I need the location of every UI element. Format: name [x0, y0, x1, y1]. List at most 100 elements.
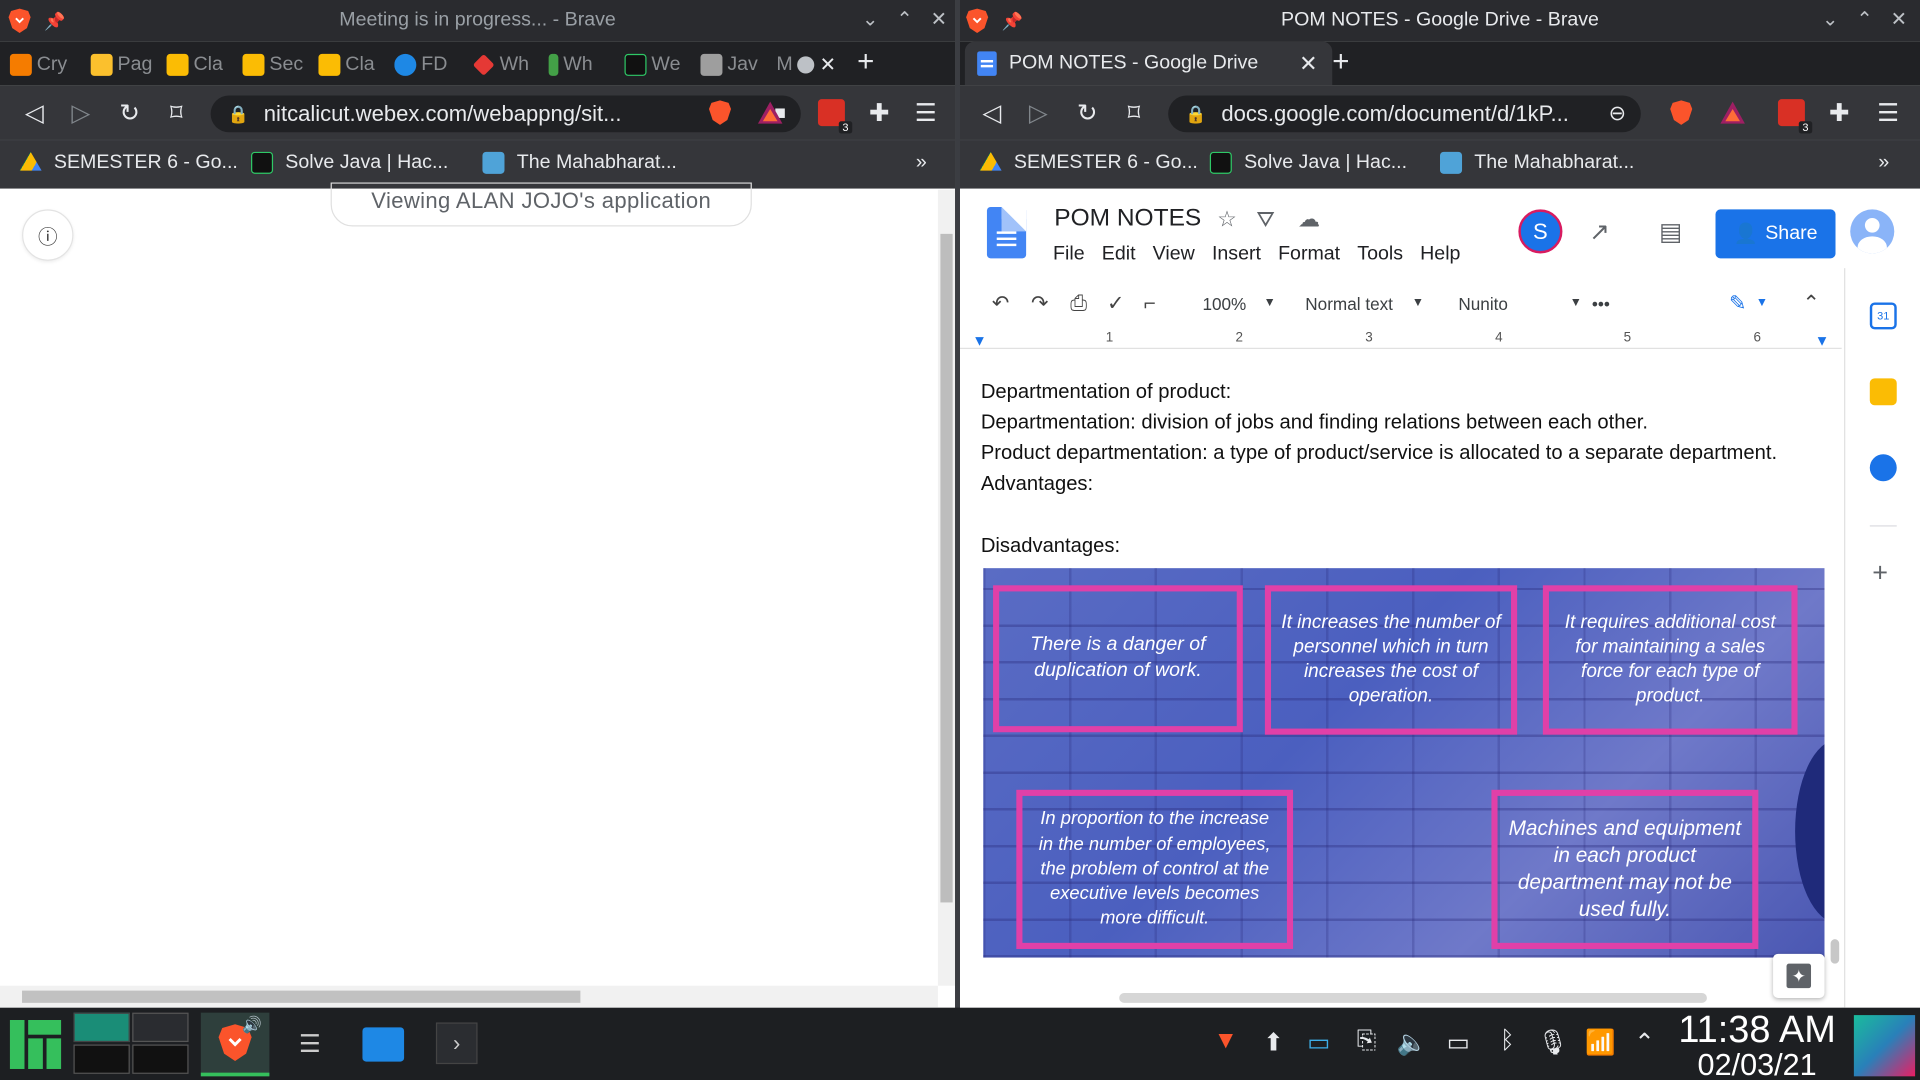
virtual-desktop-pager[interactable] [73, 1012, 189, 1074]
doc-line[interactable]: Advantages: [981, 473, 1093, 496]
new-tab-icon[interactable]: + [857, 45, 874, 79]
tab-10[interactable]: Jav [700, 51, 766, 78]
doc-line[interactable]: Departmentation: division of jobs and fi… [981, 411, 1648, 434]
font-select[interactable]: Nunito [1458, 294, 1508, 314]
settings-icon[interactable]: ☰ [289, 1022, 331, 1064]
more-bookmarks-icon[interactable]: » [1878, 152, 1889, 174]
menu-tools[interactable]: Tools [1357, 244, 1403, 266]
right-titlebar[interactable]: 📌 POM NOTES - Google Drive - Brave ⌄ ⌃ ✕ [960, 0, 1920, 42]
bookmark-hackerrank[interactable]: Solve Java | Hac... [1209, 151, 1407, 174]
forward-icon[interactable]: ▷ [66, 98, 95, 129]
share-button[interactable]: 👤 Share [1715, 209, 1836, 259]
doc-horizontal-scrollbar[interactable] [1119, 993, 1707, 1003]
activity-icon[interactable]: ↗ [1589, 217, 1610, 248]
minimize-icon[interactable]: ⌄ [1822, 7, 1838, 31]
brave-tray-icon[interactable]: ▼ [1210, 1027, 1242, 1055]
battery-icon[interactable]: ▭ [1442, 1027, 1474, 1058]
manjaro-menu-icon[interactable] [9, 1020, 62, 1069]
close-icon[interactable]: ✕ [1891, 7, 1907, 31]
chevron-down-icon[interactable]: ▼ [1264, 296, 1276, 309]
doc-line[interactable]: Product departmentation: a type of produ… [981, 442, 1777, 465]
tasks-icon[interactable] [1869, 454, 1897, 482]
bookmark-semester[interactable]: SEMESTER 6 - Go... [19, 151, 238, 174]
account-avatar[interactable] [1850, 209, 1895, 254]
extensions-icon[interactable]: ✚ [1824, 98, 1853, 129]
show-desktop-button[interactable] [1853, 1015, 1916, 1077]
bookmark-icon[interactable]: ⌑ [1119, 98, 1148, 129]
bookmark-semester[interactable]: SEMESTER 6 - Go... [979, 151, 1198, 174]
menu-icon[interactable]: ☰ [1873, 98, 1902, 129]
tab-1[interactable]: Cry [9, 51, 83, 78]
brave-shields-icon[interactable] [1668, 99, 1695, 126]
docs-home-icon[interactable] [986, 206, 1027, 259]
desktop-3[interactable] [73, 1044, 130, 1074]
forward-icon[interactable]: ▷ [1024, 98, 1053, 129]
add-addon-icon[interactable]: + [1872, 557, 1888, 589]
zoom-icon[interactable]: ⊖ [1609, 102, 1626, 126]
todoist-icon[interactable]: 3 [1777, 99, 1813, 134]
tab-9[interactable]: We [624, 51, 690, 78]
chevron-down-icon[interactable]: ▼ [1570, 296, 1582, 309]
vertical-scrollbar[interactable] [937, 189, 956, 986]
todoist-icon[interactable]: 3 [817, 99, 853, 134]
volume-icon[interactable]: 🔈 [1396, 1027, 1428, 1058]
explore-button[interactable]: ✦ [1773, 953, 1825, 998]
scroll-thumb[interactable] [940, 233, 953, 903]
back-icon[interactable]: ◁ [977, 98, 1006, 129]
more-icon[interactable]: ••• [1592, 294, 1610, 314]
taskbar-brave[interactable]: 🔊 [200, 1012, 270, 1077]
tab-8[interactable]: Wh [548, 51, 615, 78]
clipboard-icon[interactable]: ⎘ [1351, 1027, 1383, 1055]
redo-icon[interactable]: ↷ [1031, 291, 1048, 315]
new-tab-icon[interactable]: + [1332, 45, 1349, 79]
zoom-select[interactable]: 100% [1202, 294, 1246, 314]
keep-icon[interactable] [1869, 378, 1897, 406]
clock[interactable]: 11:38 AM 02/03/21 [1675, 1010, 1839, 1080]
move-icon[interactable]: ⛛ [1256, 207, 1275, 233]
menu-icon[interactable]: ☰ [911, 98, 940, 129]
chevron-down-icon[interactable]: ▼ [1412, 296, 1424, 309]
tab-6[interactable]: FD [394, 51, 458, 78]
tab-active[interactable]: M ✕ [776, 51, 845, 78]
update-icon[interactable]: ⬆ [1258, 1027, 1290, 1058]
cloud-status-icon[interactable]: ☁ [1298, 207, 1320, 233]
reload-icon[interactable]: ↻ [1073, 98, 1102, 129]
menu-view[interactable]: View [1153, 244, 1195, 266]
desktop-4[interactable] [132, 1044, 189, 1074]
embedded-image[interactable]: There is a danger of duplication of work… [983, 568, 1825, 958]
menu-edit[interactable]: Edit [1102, 244, 1136, 266]
doc-line[interactable]: Disadvantages: [981, 535, 1120, 558]
tab-4[interactable]: Sec [242, 51, 308, 78]
desktop-1[interactable] [73, 1012, 130, 1043]
more-bookmarks-icon[interactable]: » [916, 152, 927, 174]
extensions-icon[interactable]: ✚ [864, 98, 893, 129]
info-icon[interactable]: ⓘ [22, 209, 74, 261]
spellcheck-icon[interactable]: ✓ [1107, 291, 1124, 315]
left-titlebar[interactable]: 📌 Meeting is in progress... - Brave ⌄ ⌃ … [0, 0, 956, 42]
menu-file[interactable]: File [1053, 244, 1085, 266]
bookmark-icon[interactable]: ⌑ [162, 98, 191, 129]
bookmark-hackerrank[interactable]: Solve Java | Hac... [251, 151, 448, 174]
file-manager-icon[interactable] [362, 1027, 405, 1062]
collaborator-avatar[interactable]: S [1518, 209, 1563, 254]
tab-7[interactable]: Wh [472, 51, 539, 78]
close-tab-icon[interactable]: ✕ [1299, 51, 1317, 77]
editing-mode-icon[interactable]: ✎ [1729, 291, 1746, 315]
scroll-thumb[interactable] [1830, 939, 1840, 964]
horizontal-scrollbar[interactable] [0, 985, 938, 1008]
comments-icon[interactable]: ▤ [1659, 217, 1682, 248]
tab-pom-notes[interactable]: POM NOTES - Google Drive ✕ [964, 41, 1333, 86]
tab-5[interactable]: Cla [318, 51, 384, 78]
chevron-down-icon[interactable]: ▼ [1756, 296, 1768, 309]
document-page[interactable]: Departmentation of product: Departmentat… [960, 348, 1842, 1008]
style-select[interactable]: Normal text [1305, 294, 1393, 314]
star-icon[interactable]: ☆ [1217, 207, 1237, 233]
tray-expand-icon[interactable]: ⌃ [1629, 1027, 1661, 1058]
back-icon[interactable]: ◁ [20, 98, 49, 129]
brave-rewards-icon[interactable] [757, 99, 784, 126]
desktop-2[interactable] [132, 1012, 189, 1043]
bookmark-mahabharat[interactable]: The Mahabharat... [1440, 151, 1634, 174]
print-icon[interactable]: ⎙ [1070, 291, 1087, 315]
address-bar[interactable]: 🔒 docs.google.com/document/d/1kP... ⊖ [1168, 95, 1641, 133]
doc-line[interactable]: Departmentation of product: [981, 381, 1231, 404]
